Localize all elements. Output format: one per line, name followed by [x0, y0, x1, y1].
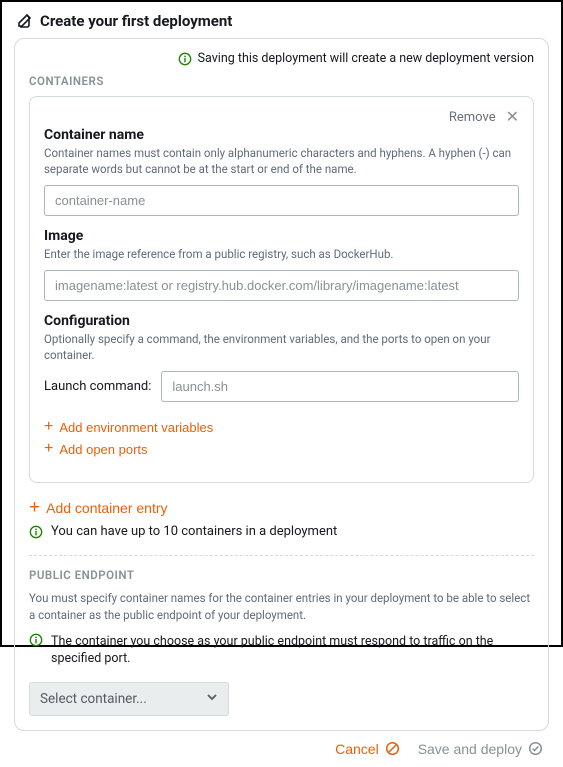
page-header: Create your first deployment	[2, 2, 561, 38]
section-divider	[29, 555, 534, 556]
cancel-button[interactable]: Cancel	[335, 741, 400, 757]
add-env-vars-label: Add environment variables	[59, 420, 213, 435]
select-container-dropdown[interactable]: Select container...	[29, 682, 229, 716]
check-circle-icon	[528, 741, 543, 756]
info-icon	[29, 525, 43, 539]
image-input[interactable]	[44, 270, 519, 301]
top-info-text: Saving this deployment will create a new…	[198, 51, 534, 66]
launch-command-input[interactable]	[161, 371, 519, 402]
add-container-entry-label: Add container entry	[46, 500, 167, 516]
add-env-vars-button[interactable]: + Add environment variables	[44, 416, 213, 438]
add-container-entry-button[interactable]: + Add container entry	[29, 495, 168, 520]
cancel-label: Cancel	[335, 741, 379, 757]
add-open-ports-label: Add open ports	[59, 442, 147, 457]
chevron-down-icon	[206, 691, 218, 707]
image-title: Image	[44, 228, 519, 244]
add-open-ports-button[interactable]: + Add open ports	[44, 438, 148, 460]
remove-row: Remove ✕	[44, 109, 519, 125]
plus-icon: +	[44, 419, 53, 435]
container-name-field: Container name Container names must cont…	[44, 127, 519, 216]
container-name-title: Container name	[44, 127, 519, 143]
save-and-deploy-button[interactable]: Save and deploy	[418, 741, 543, 757]
container-name-input[interactable]	[44, 185, 519, 216]
cancel-icon	[385, 741, 400, 756]
plus-icon: +	[29, 498, 40, 517]
deployment-panel: Saving this deployment will create a new…	[14, 38, 549, 731]
container-card: Remove ✕ Container name Container names …	[29, 96, 534, 483]
close-icon[interactable]: ✕	[506, 109, 519, 125]
edit-icon	[16, 13, 32, 29]
public-endpoint-info-text: The container you choose as your public …	[51, 633, 534, 668]
plus-icon: +	[44, 441, 53, 457]
container-name-desc: Container names must contain only alphan…	[44, 145, 519, 177]
containers-limit-text: You can have up to 10 containers in a de…	[51, 524, 337, 539]
configuration-field: Configuration Optionally specify a comma…	[44, 313, 519, 460]
public-endpoint-desc: You must specify container names for the…	[29, 590, 534, 622]
top-info-row: Saving this deployment will create a new…	[29, 51, 534, 66]
public-endpoint-info-row: The container you choose as your public …	[29, 633, 534, 668]
launch-command-row: Launch command:	[44, 371, 519, 402]
select-container-placeholder: Select container...	[40, 691, 147, 707]
remove-button[interactable]: Remove	[449, 110, 496, 125]
info-icon	[178, 52, 192, 66]
containers-section-label: CONTAINERS	[29, 74, 534, 88]
image-desc: Enter the image reference from a public …	[44, 246, 519, 262]
public-endpoint-label: PUBLIC ENDPOINT	[29, 568, 534, 582]
launch-command-label: Launch command:	[44, 379, 151, 394]
save-label: Save and deploy	[418, 741, 522, 757]
footer-actions: Cancel Save and deploy	[2, 741, 561, 767]
page-title: Create your first deployment	[40, 12, 232, 30]
containers-limit-row: You can have up to 10 containers in a de…	[29, 524, 534, 539]
image-field: Image Enter the image reference from a p…	[44, 228, 519, 301]
configuration-desc: Optionally specify a command, the enviro…	[44, 331, 519, 363]
configuration-title: Configuration	[44, 313, 519, 329]
info-icon	[29, 633, 43, 647]
